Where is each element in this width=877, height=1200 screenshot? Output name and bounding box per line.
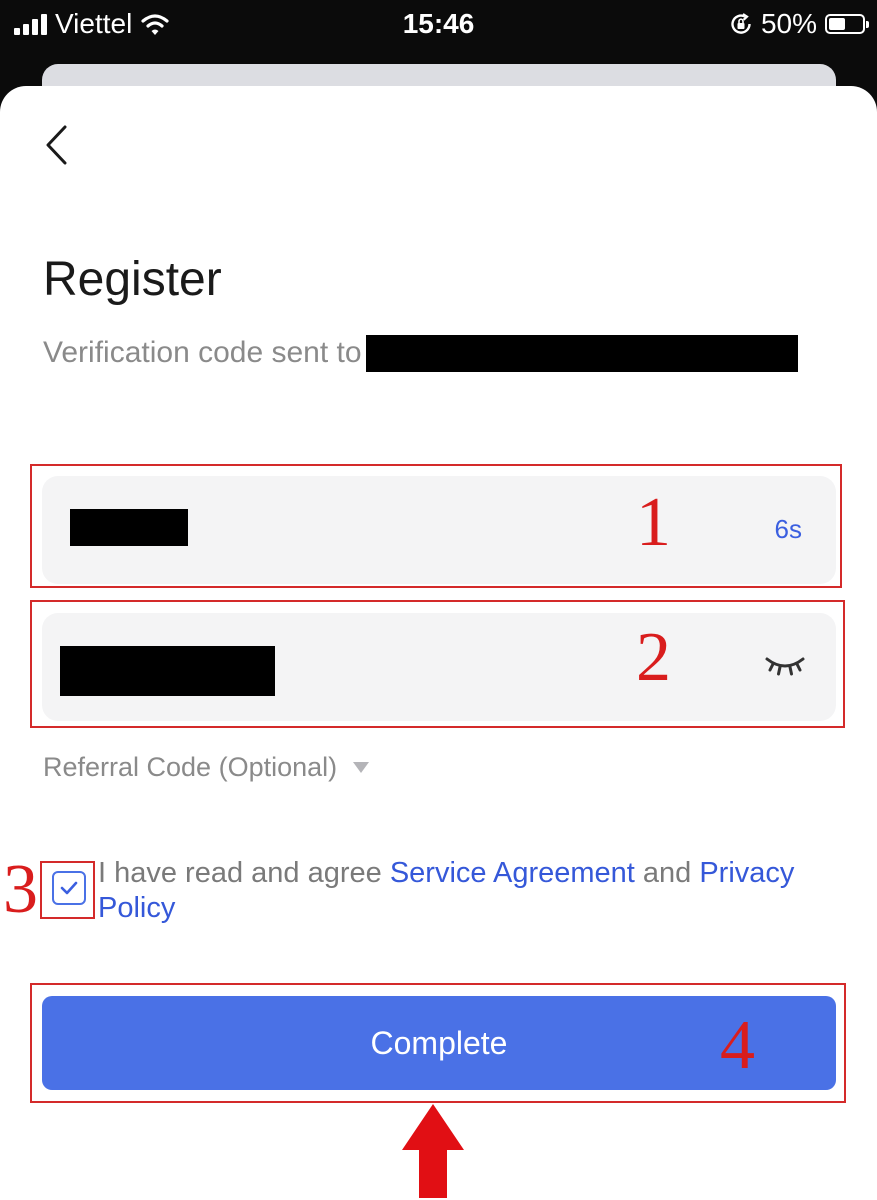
- annotation-number-4: 4: [720, 1007, 755, 1084]
- dropdown-triangle-icon: [353, 762, 370, 773]
- redacted-recipient: [365, 334, 798, 372]
- red-arrow-up-icon: [402, 1104, 464, 1198]
- annotation-number-1: 1: [636, 484, 671, 561]
- status-right: 50%: [729, 6, 869, 42]
- annotation-number-3: 3: [3, 851, 38, 928]
- verification-subtitle: Verification code sent to: [43, 333, 798, 373]
- battery-icon: [825, 14, 869, 34]
- agreement-middle: and: [634, 857, 700, 889]
- agreement-prefix: I have read and agree: [98, 857, 390, 889]
- back-button[interactable]: [36, 120, 76, 170]
- page-title: Register: [43, 253, 222, 306]
- service-agreement-link[interactable]: Service Agreement: [390, 857, 635, 889]
- chevron-left-icon: [46, 125, 67, 165]
- subtitle-text: Verification code sent to: [43, 336, 362, 369]
- battery-percent: 50%: [760, 8, 817, 39]
- annotation-box-2: [30, 600, 845, 728]
- referral-code-toggle[interactable]: Referral Code (Optional): [43, 752, 370, 783]
- orientation-lock-icon: [731, 13, 751, 34]
- agreement-text: I have read and agree Service Agreement …: [98, 856, 858, 926]
- annotation-number-2: 2: [636, 619, 671, 696]
- referral-label: Referral Code (Optional): [43, 752, 338, 782]
- battery-level: [829, 18, 845, 30]
- annotation-box-3: [40, 861, 95, 919]
- annotation-box-1: [30, 464, 842, 588]
